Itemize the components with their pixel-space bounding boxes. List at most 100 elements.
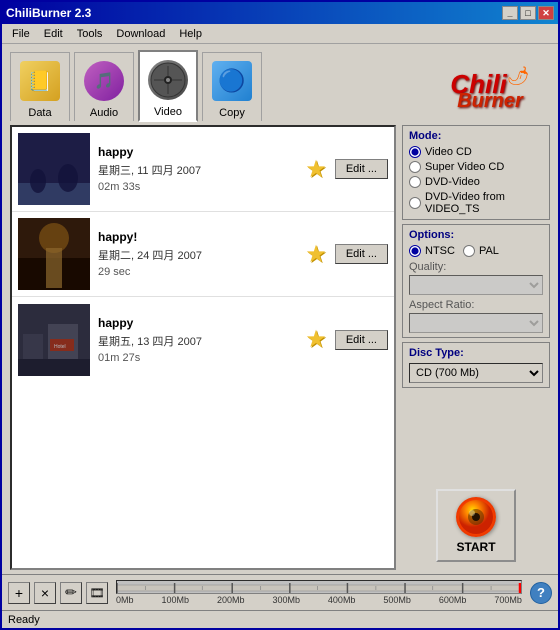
- add-button[interactable]: +: [8, 582, 30, 604]
- tab-data-label: Data: [28, 107, 51, 119]
- delete-button[interactable]: ×: [34, 582, 56, 604]
- disc-title: Disc Type:: [409, 347, 543, 359]
- copy-tab-icon: 🔵: [208, 57, 256, 105]
- window-title: ChiliBurner 2.3: [6, 6, 91, 20]
- video-info-2: happy 星期五, 13 四月 2007 01m 27s: [98, 316, 297, 364]
- mode-option-1[interactable]: Super Video CD: [409, 161, 543, 173]
- right-panel: Mode: Video CD Super Video CD DVD-Video: [402, 125, 550, 570]
- menu-help[interactable]: Help: [173, 26, 208, 42]
- mode-option-0[interactable]: Video CD: [409, 146, 543, 158]
- quality-dropdown[interactable]: [409, 275, 543, 295]
- mode-title: Mode:: [409, 130, 543, 142]
- video-item-0: happy 星期三, 11 四月 2007 02m 33s ★ Edit ...: [12, 127, 394, 212]
- status-bar: Ready: [2, 610, 558, 628]
- mode-option-3[interactable]: DVD-Video from VIDEO_TS: [409, 191, 543, 215]
- menu-download[interactable]: Download: [110, 26, 171, 42]
- aspect-row: Aspect Ratio:: [409, 299, 543, 333]
- thumbnail-0: [18, 133, 90, 205]
- title-bar: ChiliBurner 2.3 _ □ ✕: [2, 2, 558, 24]
- mode-radio-3[interactable]: [409, 197, 421, 209]
- main-window: ChiliBurner 2.3 _ □ ✕ File Edit Tools Do…: [0, 0, 560, 630]
- maximize-button[interactable]: □: [520, 6, 536, 20]
- video-title-1: happy!: [98, 230, 297, 244]
- start-icon: [456, 497, 496, 537]
- video-duration-0: 02m 33s: [98, 181, 297, 193]
- mode-radio-group: Video CD Super Video CD DVD-Video DVD-Vi…: [409, 146, 543, 215]
- video-date-2: 星期五, 13 四月 2007: [98, 333, 297, 349]
- thumbnail-2: Hotel: [18, 304, 90, 376]
- edit-button-2[interactable]: Edit ...: [335, 330, 388, 350]
- minimize-button[interactable]: _: [502, 6, 518, 20]
- aspect-label: Aspect Ratio:: [409, 299, 543, 311]
- star-icon-2[interactable]: ★: [305, 325, 327, 354]
- label-600mb: 600Mb: [439, 595, 467, 605]
- options-section: Options: NTSC PAL Quality:: [402, 224, 550, 338]
- video-info-0: happy 星期三, 11 四月 2007 02m 33s: [98, 145, 297, 193]
- star-icon-0[interactable]: ★: [305, 155, 327, 184]
- star-icon-1[interactable]: ★: [305, 240, 327, 269]
- mode-radio-2[interactable]: [409, 176, 421, 188]
- label-400mb: 400Mb: [328, 595, 356, 605]
- data-tab-icon: 📒: [16, 57, 64, 105]
- ntsc-pal-row: NTSC PAL: [409, 245, 543, 257]
- video-item-2: Hotel happy 星期五, 13 四月 2007 01m 27s ★ Ed…: [12, 297, 394, 382]
- edit-button-0[interactable]: Edit ...: [335, 159, 388, 179]
- tab-audio[interactable]: 🎵 Audio: [74, 52, 134, 121]
- tab-video-label: Video: [154, 106, 182, 118]
- video-list: happy 星期三, 11 四月 2007 02m 33s ★ Edit ...: [10, 125, 396, 570]
- pal-radio[interactable]: [463, 245, 475, 257]
- close-button[interactable]: ✕: [538, 6, 554, 20]
- edit-button-1[interactable]: Edit ...: [335, 244, 388, 264]
- menu-edit[interactable]: Edit: [38, 26, 69, 42]
- label-200mb: 200Mb: [217, 595, 245, 605]
- pal-option[interactable]: PAL: [463, 245, 499, 257]
- start-label: START: [456, 540, 495, 554]
- bottom-toolbar: + × ✏ 🎞: [2, 574, 558, 610]
- title-bar-buttons: _ □ ✕: [502, 6, 554, 20]
- start-button[interactable]: START: [436, 489, 516, 562]
- video-date-1: 星期二, 24 四月 2007: [98, 247, 297, 263]
- progress-area: 0Mb 100Mb 200Mb 300Mb 400Mb 500Mb 600Mb …: [112, 580, 526, 605]
- progress-labels: 0Mb 100Mb 200Mb 300Mb 400Mb 500Mb 600Mb …: [116, 595, 522, 605]
- quality-label: Quality:: [409, 261, 543, 273]
- thumbnail-1: [18, 218, 90, 290]
- label-500mb: 500Mb: [383, 595, 411, 605]
- ntsc-option[interactable]: NTSC: [409, 245, 455, 257]
- video-date-0: 星期三, 11 四月 2007: [98, 162, 297, 178]
- video-title-0: happy: [98, 145, 297, 159]
- mode-radio-1[interactable]: [409, 161, 421, 173]
- label-0mb: 0Mb: [116, 595, 134, 605]
- menu-file[interactable]: File: [6, 26, 36, 42]
- video-title-2: happy: [98, 316, 297, 330]
- main-content: happy 星期三, 11 四月 2007 02m 33s ★ Edit ...: [2, 121, 558, 574]
- toolbar: 📒 Data 🎵 Audio: [2, 44, 558, 121]
- film-button[interactable]: 🎞: [86, 582, 108, 604]
- video-duration-1: 29 sec: [98, 266, 297, 278]
- tab-video[interactable]: Video: [138, 50, 198, 122]
- disc-section: Disc Type: CD (700 Mb): [402, 342, 550, 388]
- start-area: START: [402, 481, 550, 570]
- mode-section: Mode: Video CD Super Video CD DVD-Video: [402, 125, 550, 220]
- video-duration-2: 01m 27s: [98, 352, 297, 364]
- tab-copy[interactable]: 🔵 Copy: [202, 52, 262, 121]
- mode-option-2[interactable]: DVD-Video: [409, 176, 543, 188]
- tab-data[interactable]: 📒 Data: [10, 52, 70, 121]
- quality-row: Quality:: [409, 261, 543, 295]
- menu-tools[interactable]: Tools: [71, 26, 109, 42]
- video-info-1: happy! 星期二, 24 四月 2007 29 sec: [98, 230, 297, 278]
- video-tab-icon: [144, 56, 192, 104]
- label-100mb: 100Mb: [161, 595, 189, 605]
- label-700mb: 700Mb: [494, 595, 522, 605]
- tab-audio-label: Audio: [90, 107, 118, 119]
- label-300mb: 300Mb: [272, 595, 300, 605]
- menu-bar: File Edit Tools Download Help: [2, 24, 558, 44]
- mode-radio-0[interactable]: [409, 146, 421, 158]
- tab-copy-label: Copy: [219, 107, 245, 119]
- disc-dropdown[interactable]: CD (700 Mb): [409, 363, 543, 383]
- ntsc-radio[interactable]: [409, 245, 421, 257]
- options-title: Options:: [409, 229, 543, 241]
- edit-tool-button[interactable]: ✏: [60, 582, 82, 604]
- help-button[interactable]: ?: [530, 582, 552, 604]
- audio-tab-icon: 🎵: [80, 57, 128, 105]
- aspect-dropdown[interactable]: [409, 313, 543, 333]
